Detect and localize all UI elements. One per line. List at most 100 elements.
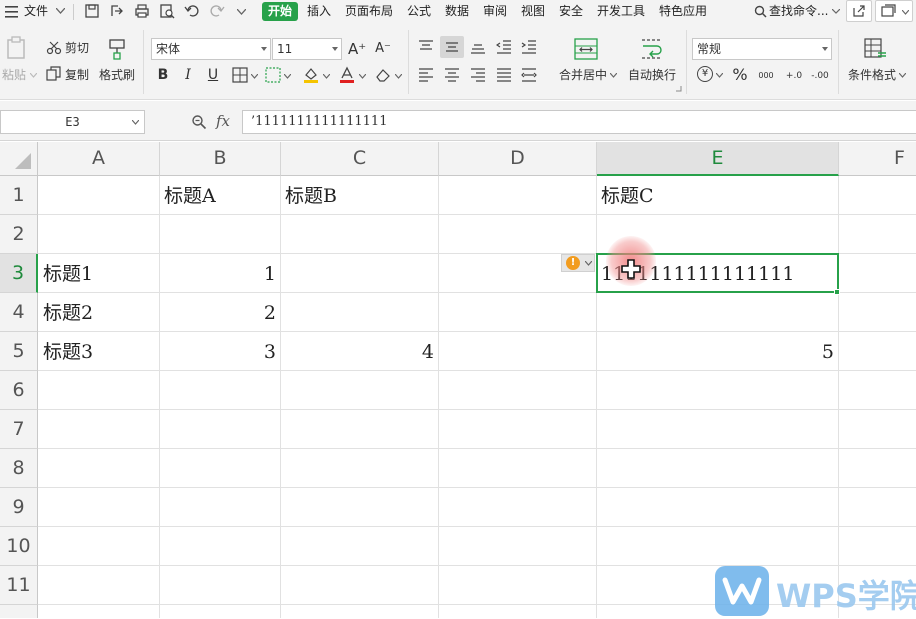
wrap-text-button[interactable]: 自动换行 bbox=[628, 68, 676, 82]
font-color-icon[interactable] bbox=[338, 66, 356, 84]
cell-c5[interactable]: 4 bbox=[281, 333, 438, 371]
column-header-c[interactable]: C bbox=[281, 142, 439, 176]
command-search[interactable]: 查找命令... bbox=[769, 3, 828, 19]
redo-icon[interactable] bbox=[208, 2, 226, 20]
row-header-12[interactable] bbox=[0, 605, 38, 618]
chevron-down-icon[interactable] bbox=[395, 74, 402, 79]
undo-icon[interactable] bbox=[183, 2, 201, 20]
hamburger-menu-icon[interactable] bbox=[5, 6, 19, 18]
column-header-f[interactable]: F bbox=[839, 142, 916, 176]
cell-e5[interactable]: 5 bbox=[597, 333, 838, 371]
row-header-2[interactable]: 2 bbox=[0, 215, 38, 254]
shrink-font-button[interactable]: A⁻ bbox=[374, 40, 392, 58]
fill-handle[interactable] bbox=[834, 289, 840, 295]
chevron-down-icon[interactable] bbox=[132, 120, 139, 125]
chevron-down-icon[interactable] bbox=[284, 74, 291, 79]
row-header-8[interactable]: 8 bbox=[0, 449, 38, 488]
chevron-down-icon[interactable] bbox=[359, 74, 366, 79]
tab-page-layout[interactable]: 页面布局 bbox=[345, 3, 393, 19]
number-format-select[interactable]: 常规 bbox=[692, 38, 832, 60]
align-bottom-icon[interactable] bbox=[470, 40, 486, 54]
copy-button[interactable]: 复制 bbox=[65, 68, 89, 82]
save-icon[interactable] bbox=[83, 2, 101, 20]
increase-decimal-button[interactable]: +.0 bbox=[783, 67, 805, 85]
select-all-corner[interactable] bbox=[0, 142, 38, 176]
percent-button[interactable]: % bbox=[731, 66, 749, 84]
bold-button[interactable]: B bbox=[154, 66, 172, 84]
customize-dropdown-icon[interactable] bbox=[237, 9, 246, 15]
window-switch-button[interactable] bbox=[875, 0, 913, 22]
font-name-select[interactable]: 宋体 bbox=[151, 38, 271, 60]
tab-data[interactable]: 数据 bbox=[445, 3, 469, 19]
underline-button[interactable]: U bbox=[204, 66, 222, 84]
tab-developer[interactable]: 开发工具 bbox=[597, 3, 645, 19]
conditional-format-button[interactable]: 条件格式 bbox=[848, 68, 896, 82]
font-size-select[interactable]: 11 bbox=[272, 38, 342, 60]
align-right-icon[interactable] bbox=[470, 68, 486, 82]
tab-home[interactable]: 开始 bbox=[262, 2, 299, 21]
align-left-icon[interactable] bbox=[418, 68, 434, 82]
chevron-down-icon[interactable] bbox=[716, 73, 723, 78]
search-icon[interactable] bbox=[754, 5, 767, 18]
column-header-d[interactable]: D bbox=[439, 142, 597, 176]
tab-review[interactable]: 审阅 bbox=[483, 3, 507, 19]
chevron-down-icon[interactable] bbox=[56, 8, 65, 14]
file-menu[interactable]: 文件 bbox=[24, 3, 48, 19]
distributed-align-icon[interactable] bbox=[521, 68, 537, 82]
row-header-6[interactable]: 6 bbox=[0, 371, 38, 410]
row-header-11[interactable]: 11 bbox=[0, 566, 38, 605]
paste-icon[interactable] bbox=[6, 36, 28, 60]
align-center-icon[interactable] bbox=[444, 68, 460, 82]
cell-b1[interactable]: 标题A bbox=[160, 177, 280, 215]
increase-indent-icon[interactable] bbox=[521, 40, 537, 54]
tab-view[interactable]: 视图 bbox=[521, 3, 545, 19]
tab-special-apps[interactable]: 特色应用 bbox=[659, 3, 707, 19]
row-header-3[interactable]: 3 bbox=[0, 254, 38, 293]
tab-insert[interactable]: 插入 bbox=[307, 3, 331, 19]
cut-button[interactable]: 剪切 bbox=[65, 41, 89, 55]
name-box[interactable]: E3 bbox=[0, 110, 145, 134]
chevron-down-icon[interactable] bbox=[30, 73, 37, 78]
dialog-launcher-icon[interactable] bbox=[676, 86, 682, 92]
export-icon[interactable] bbox=[108, 2, 126, 20]
decrease-indent-icon[interactable] bbox=[496, 40, 512, 54]
align-middle-button[interactable] bbox=[440, 36, 464, 58]
cell-a3[interactable]: 标题1 bbox=[39, 255, 159, 293]
print-icon[interactable] bbox=[133, 2, 151, 20]
column-header-a[interactable]: A bbox=[38, 142, 160, 176]
cell-c1[interactable]: 标题B bbox=[281, 177, 438, 215]
format-painter-button[interactable]: 格式刷 bbox=[99, 68, 135, 82]
chevron-down-icon[interactable] bbox=[323, 74, 330, 79]
cell-b4[interactable]: 2 bbox=[160, 294, 280, 332]
paste-button[interactable]: 粘贴 bbox=[2, 68, 26, 82]
decrease-decimal-button[interactable]: -.00 bbox=[808, 67, 832, 85]
cell-style-icon[interactable] bbox=[265, 67, 281, 83]
justify-icon[interactable] bbox=[496, 68, 512, 82]
row-header-5[interactable]: 5 bbox=[0, 332, 38, 371]
column-header-e[interactable]: E bbox=[597, 142, 839, 176]
chevron-down-icon[interactable] bbox=[251, 74, 258, 79]
align-top-icon[interactable] bbox=[418, 40, 434, 54]
row-header-9[interactable]: 9 bbox=[0, 488, 38, 527]
chevron-down-icon[interactable] bbox=[832, 9, 840, 14]
chevron-down-icon[interactable] bbox=[610, 73, 617, 78]
tab-security[interactable]: 安全 bbox=[559, 3, 583, 19]
row-header-10[interactable]: 10 bbox=[0, 527, 38, 566]
insert-function-button[interactable]: fx bbox=[216, 112, 230, 130]
row-header-1[interactable]: 1 bbox=[0, 176, 38, 215]
tab-formulas[interactable]: 公式 bbox=[407, 3, 431, 19]
error-check-button[interactable]: ! bbox=[561, 254, 595, 272]
print-preview-icon[interactable] bbox=[158, 2, 176, 20]
chevron-down-icon[interactable] bbox=[899, 73, 906, 78]
cell-a5[interactable]: 标题3 bbox=[39, 333, 159, 371]
merge-center-button[interactable]: 合并居中 bbox=[559, 68, 607, 82]
row-header-4[interactable]: 4 bbox=[0, 293, 38, 332]
thousands-separator-button[interactable]: 000 bbox=[756, 67, 776, 85]
cell-b3[interactable]: 1 bbox=[160, 255, 280, 293]
zoom-lookup-icon[interactable] bbox=[191, 114, 207, 130]
fill-color-icon[interactable] bbox=[302, 66, 320, 84]
border-icon[interactable] bbox=[232, 67, 248, 83]
cell-e1[interactable]: 标题C bbox=[597, 177, 838, 215]
share-button[interactable] bbox=[846, 0, 872, 22]
grow-font-button[interactable]: A⁺ bbox=[348, 40, 366, 58]
